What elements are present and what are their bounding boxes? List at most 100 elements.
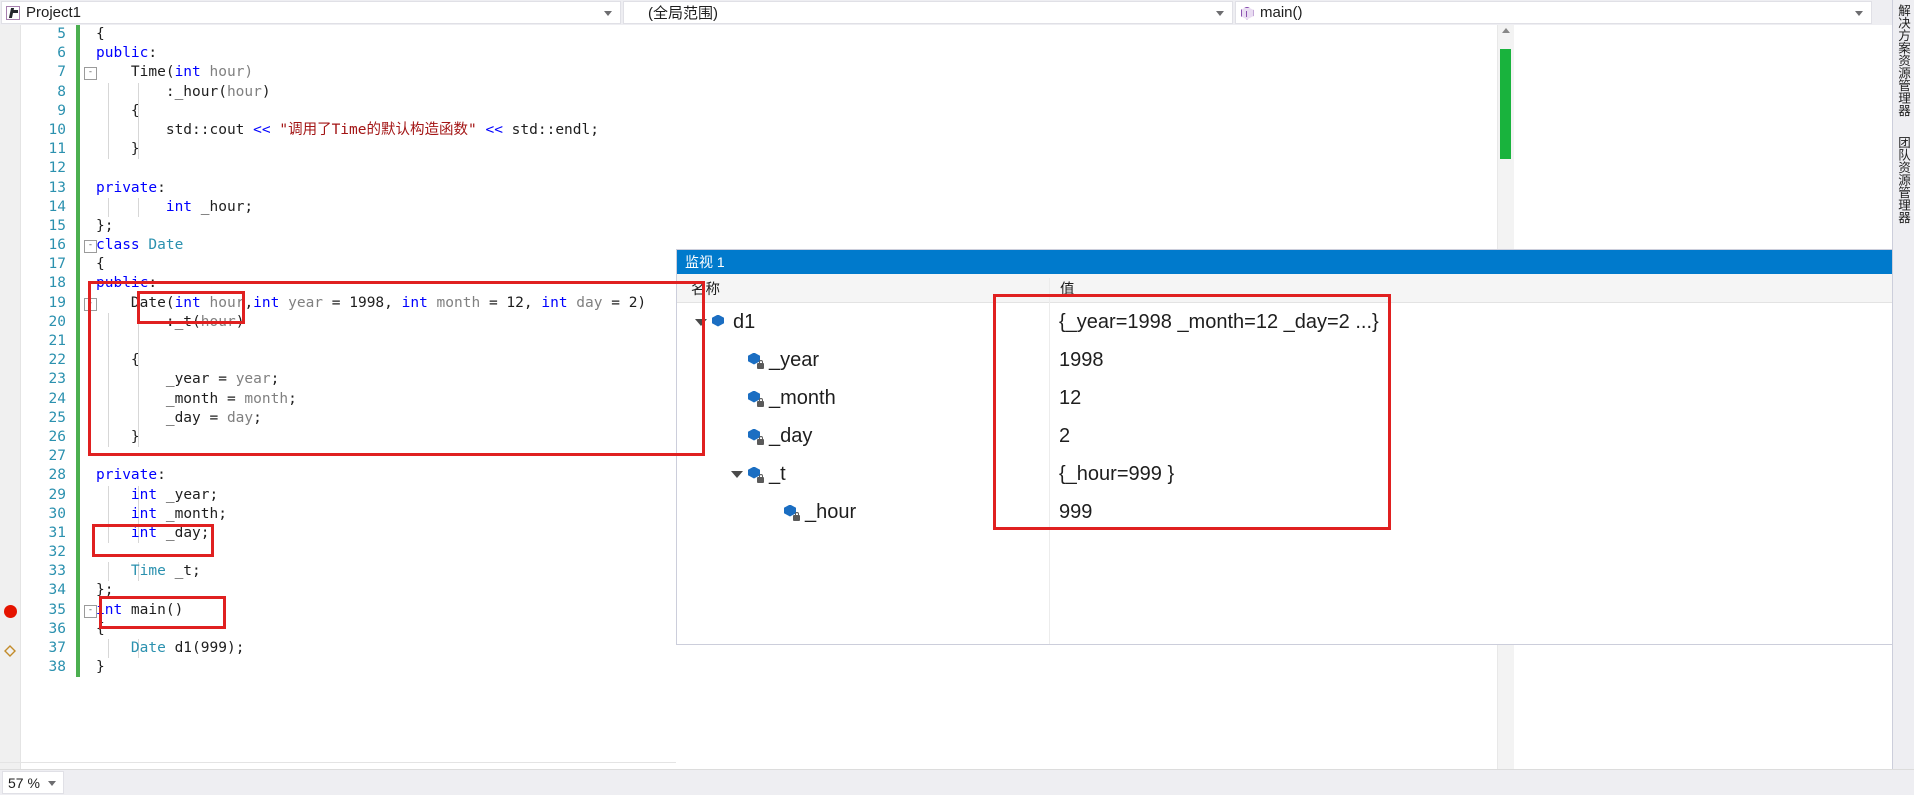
line-number: 38	[48, 659, 66, 676]
code-line[interactable]: 11 }	[20, 140, 1514, 160]
code-line[interactable]: 6 public:	[20, 44, 1514, 64]
watch-row-value[interactable]: 2	[1049, 425, 1914, 448]
watch-row-name: d1	[733, 310, 756, 333]
watch-row-value[interactable]: 999	[1049, 501, 1914, 524]
code-token: :	[148, 45, 158, 62]
watch-row-value[interactable]: {_year=1998 _month=12 _day=2 ...}	[1049, 311, 1914, 334]
line-number: 10	[48, 121, 66, 138]
watch-row-value[interactable]: {_hour=999 }	[1049, 463, 1914, 486]
code-line[interactable]: 12	[20, 159, 1514, 179]
watch-rows-container[interactable]: d1 {_year=1998 _month=12 _day=2 ...} _year…	[677, 303, 1914, 531]
watch-row-name-cell[interactable]: _year	[677, 349, 1049, 372]
watch-row[interactable]: _hour 999	[677, 493, 1914, 531]
watch-row-name-cell[interactable]: _day	[677, 425, 1049, 448]
code-line[interactable]: 38}	[20, 658, 1514, 678]
line-number: 12	[48, 160, 66, 177]
code-token: day	[226, 409, 254, 426]
change-marker	[76, 427, 80, 448]
code-token: )	[637, 294, 647, 311]
line-number: 37	[48, 640, 66, 656]
code-token: day	[567, 294, 603, 311]
project-dropdown[interactable]: Project1	[1, 1, 621, 24]
code-token: _hour;	[192, 198, 254, 215]
code-token: =	[323, 294, 350, 311]
code-token: {	[96, 352, 140, 369]
change-marker	[76, 581, 80, 601]
code-token: std::cout	[96, 121, 254, 138]
scrollbar-thumb[interactable]	[1500, 49, 1511, 159]
code-line[interactable]: 7- Time(int hour)	[20, 63, 1514, 83]
watch-row-name-cell[interactable]: _hour	[677, 501, 1049, 524]
scope-dropdown[interactable]: (全局范围)	[623, 1, 1233, 24]
code-text: Date d1(999);	[96, 639, 245, 658]
code-line[interactable]: 14 int _hour;	[20, 197, 1514, 217]
change-marker	[76, 389, 80, 409]
code-text: :_hour(hour)	[96, 83, 271, 102]
lock-icon	[757, 397, 764, 407]
change-marker	[76, 63, 80, 83]
bookmark-icon	[4, 645, 16, 657]
expander-triangle-icon[interactable]	[695, 318, 707, 326]
line-number: 20	[48, 313, 66, 330]
watch-row[interactable]: _t {_hour=999 }	[677, 455, 1914, 493]
watch-row-name: _year	[769, 348, 820, 371]
code-token: int	[174, 64, 201, 81]
code-token: =	[602, 294, 629, 311]
line-number: 28	[48, 467, 66, 484]
column-header-name[interactable]: 名称	[677, 278, 1049, 299]
code-token: :_hour(	[96, 83, 227, 100]
code-token: int	[253, 294, 280, 311]
watch-row-name-cell[interactable]: d1	[677, 311, 1049, 334]
code-line[interactable]: 8 :_hour(hour)	[20, 82, 1514, 102]
line-number: 8	[57, 83, 66, 100]
code-token: :	[157, 467, 166, 484]
code-line[interactable]: 15};	[20, 216, 1514, 237]
project-dropdown-label: Project1	[26, 4, 82, 21]
code-token: public	[96, 275, 149, 292]
code-token: Date	[130, 640, 166, 656]
status-bar: 57 %	[0, 769, 1914, 795]
code-line[interactable]: 5{	[20, 25, 1514, 45]
breakpoint-icon[interactable]	[4, 605, 17, 618]
column-header-value[interactable]: 值	[1049, 277, 1914, 299]
code-token: d1(	[165, 640, 201, 656]
watch-row-name-cell[interactable]: _t	[677, 463, 1049, 486]
watch-row-value[interactable]: 1998	[1049, 349, 1914, 372]
private-field-icon	[747, 352, 764, 369]
watch-row[interactable]: _month 12	[677, 379, 1914, 417]
line-number: 34	[48, 582, 66, 599]
code-text: _year = year;	[96, 370, 280, 389]
watch-row[interactable]: d1 {_year=1998 _month=12 _day=2 ...}	[677, 303, 1914, 341]
change-marker	[76, 447, 80, 467]
code-text: Date(int hour,int year = 1998, int month…	[96, 294, 646, 313]
code-token: hour	[200, 313, 236, 330]
scope-dropdown-label: (全局范围)	[648, 5, 718, 22]
tab-solution-explorer[interactable]: 解决方案资源管理器	[1893, 0, 1914, 120]
watch-row-name: _month	[769, 386, 836, 409]
code-token: <<	[485, 121, 503, 138]
member-dropdown[interactable]: main()	[1235, 1, 1872, 24]
line-number: 21	[48, 333, 66, 349]
code-text: int _month;	[96, 505, 227, 524]
line-number: 11	[48, 141, 66, 158]
line-number: 26	[48, 428, 66, 445]
code-token: )	[235, 313, 245, 330]
code-line[interactable]: 9 {	[20, 101, 1514, 121]
watch-row[interactable]: _day 2	[677, 417, 1914, 455]
code-line[interactable]: 10 std::cout << "调用了Time的默认构造函数" << std:…	[20, 120, 1514, 141]
watch-row[interactable]: _year 1998	[677, 341, 1914, 379]
code-token: Time(	[96, 64, 175, 81]
watch-row-value[interactable]: 12	[1049, 387, 1914, 410]
code-token: year	[279, 294, 324, 311]
editor-glyph-margin[interactable]	[0, 25, 21, 769]
tab-team-explorer[interactable]: 团队资源管理器	[1893, 124, 1914, 236]
expander-triangle-icon[interactable]	[731, 470, 743, 478]
code-line[interactable]: 13 private:	[20, 178, 1514, 198]
watch-window[interactable]: 监视 1 名称 值 d1 {_year=1998 _month=12 _day=2…	[676, 249, 1914, 645]
zoom-level-dropdown[interactable]: 57 %	[2, 771, 64, 794]
scroll-up-icon[interactable]	[1502, 28, 1510, 33]
watch-row-name-cell[interactable]: _month	[677, 387, 1049, 410]
code-token: );	[226, 640, 245, 656]
